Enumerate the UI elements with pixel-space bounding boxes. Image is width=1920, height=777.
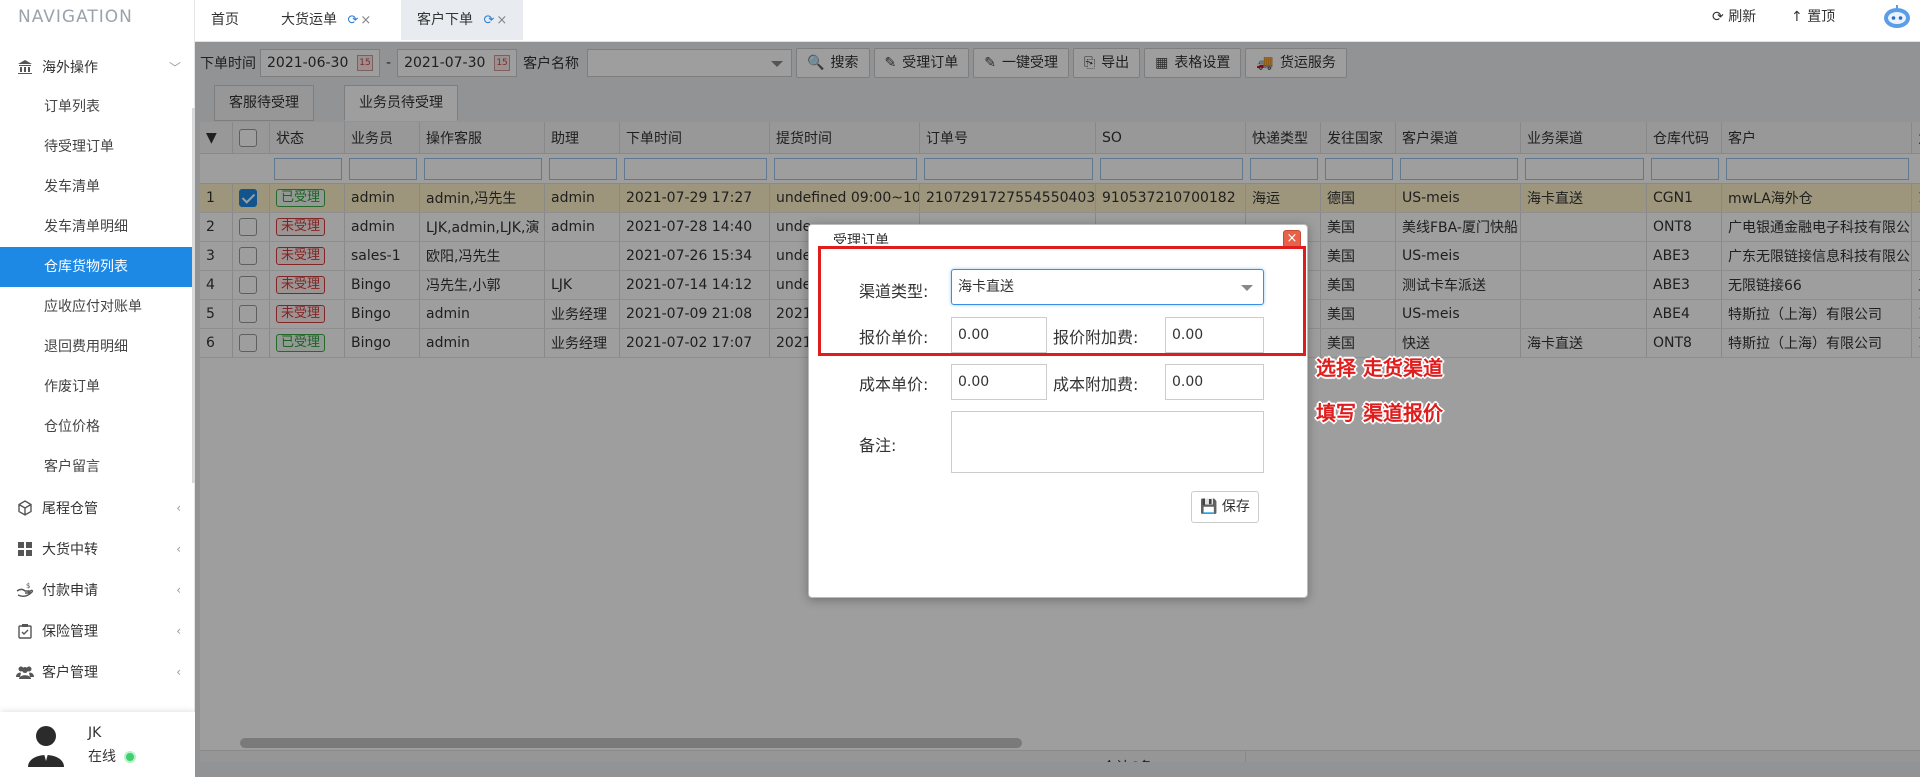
nav-group-tail-warehouse[interactable]: 尾程仓管 ‹ — [0, 488, 195, 528]
avatar — [24, 723, 68, 767]
chevron-left-icon: ‹ — [176, 665, 181, 679]
sidebar-item-void-orders[interactable]: 作废订单 — [0, 367, 195, 407]
pin-top-button[interactable]: ↑ 置顶 — [1791, 0, 1835, 34]
save-icon: 💾 — [1200, 499, 1218, 515]
nav-group-payment[interactable]: $ 付款申请 ‹ — [0, 570, 195, 610]
chevron-left-icon: ‹ — [176, 583, 181, 597]
users-icon — [16, 664, 34, 680]
cost-extra-input[interactable]: 0.00 — [1165, 364, 1264, 400]
svg-text:$: $ — [26, 582, 30, 590]
cost-extra-label: 成本附加费: — [1053, 375, 1139, 394]
nav-group-label: 海外操作 — [42, 60, 98, 76]
sidebar-item-refund-detail[interactable]: 退回费用明细 — [0, 327, 195, 367]
chevron-down-icon: ﹀ — [168, 60, 181, 75]
annotation-note-channel: 选择 走货渠道 — [1316, 356, 1443, 380]
sidebar-item-pending-orders[interactable]: 待受理订单 — [0, 127, 195, 167]
cost-price-input[interactable]: 0.00 — [951, 364, 1047, 400]
grid-icon — [16, 541, 34, 557]
refresh-icon[interactable]: ⟳ — [483, 13, 494, 28]
sidebar: NAVIGATION 海外操作 ﹀ 订单列表 待受理订单 发车清单 发车清单明细… — [0, 0, 195, 777]
tab-bulk-waybill[interactable]: 大货运单 ⟳ × — [265, 0, 387, 40]
remark-textarea[interactable] — [951, 411, 1264, 473]
sidebar-item-customer-messages[interactable]: 客户留言 — [0, 447, 195, 487]
nav-group-label: 客户管理 — [42, 665, 98, 681]
annotation-note-price: 填写 渠道报价 — [1316, 401, 1443, 425]
user-card: JK 在线 — [0, 712, 195, 777]
nav-group-label: 大货中转 — [42, 542, 98, 558]
online-status-icon — [124, 750, 136, 763]
nav-group-overseas[interactable]: 海外操作 ﹀ — [0, 47, 195, 87]
sidebar-item-statement[interactable]: 应收应付对账单 — [0, 287, 195, 327]
clipboard-icon — [16, 623, 34, 639]
arrow-up-icon: ↑ — [1791, 9, 1803, 25]
nav-group-label: 尾程仓管 — [42, 501, 98, 517]
nav-group-label: 付款申请 — [42, 583, 98, 599]
remark-label: 备注: — [859, 436, 897, 455]
cube-icon — [16, 500, 34, 516]
sidebar-item-slot-price[interactable]: 仓位价格 — [0, 407, 195, 447]
save-button[interactable]: 💾 保存 — [1191, 491, 1259, 523]
bank-icon — [16, 59, 34, 75]
tab-customer-order[interactable]: 客户下单 ⟳ × — [401, 0, 524, 40]
chevron-left-icon: ‹ — [176, 624, 181, 638]
tab-home[interactable]: 首页 — [195, 0, 255, 40]
cost-price-label: 成本单价: — [859, 375, 929, 394]
sidebar-item-dispatch-detail[interactable]: 发车清单明细 — [0, 207, 195, 247]
nav-title: NAVIGATION — [18, 7, 133, 27]
user-name: JK — [88, 724, 102, 741]
hand-icon: $ — [16, 582, 34, 598]
refresh-button[interactable]: ⟳ 刷新 — [1712, 0, 1756, 34]
chevron-left-icon: ‹ — [176, 501, 181, 515]
nav-group-bulk-transit[interactable]: 大货中转 ‹ — [0, 529, 195, 569]
refresh-icon[interactable]: ⟳ — [347, 13, 358, 28]
annotation-highlight-box — [818, 246, 1306, 356]
dialog-title: 受理订单 — [833, 233, 889, 244]
sidebar-item-order-list[interactable]: 订单列表 — [0, 87, 195, 127]
chat-robot-icon[interactable] — [1882, 4, 1912, 30]
refresh-icon: ⟳ — [1712, 9, 1724, 25]
nav-group-customers[interactable]: 客户管理 ‹ — [0, 652, 195, 692]
close-icon[interactable]: × — [360, 13, 371, 28]
close-icon[interactable]: × — [496, 13, 507, 28]
nav-group-insurance[interactable]: 保险管理 ‹ — [0, 611, 195, 651]
nav-group-label: 保险管理 — [42, 624, 98, 640]
sidebar-item-warehouse-goods[interactable]: 仓库货物列表 — [0, 247, 195, 287]
top-tab-bar: 首页 大货运单 ⟳ × 客户下单 ⟳ × ⟳ 刷新 ↑ 置顶 — [195, 0, 1920, 42]
user-status: 在线 — [88, 745, 136, 769]
sidebar-item-dispatch-list[interactable]: 发车清单 — [0, 167, 195, 207]
chevron-left-icon: ‹ — [176, 542, 181, 556]
